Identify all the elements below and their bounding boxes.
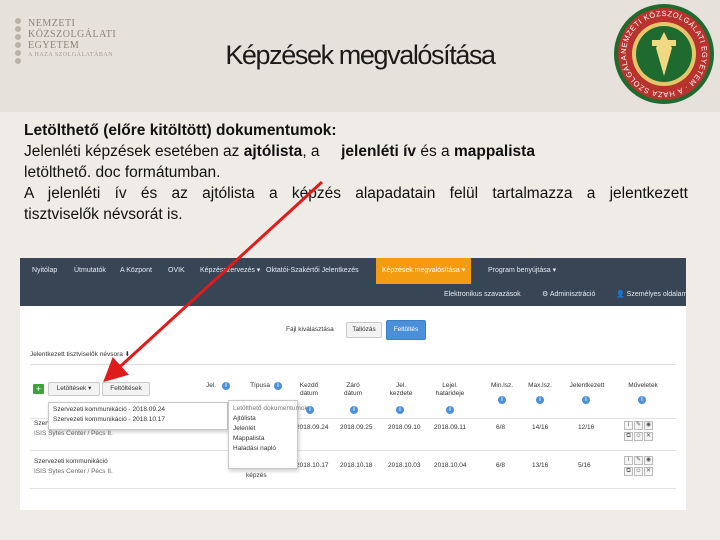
downloads-dropdown-menu: Szervezeti kommunikáció - 2018.09.24 Sze… [48,402,228,430]
slide-body: Letölthető (előre kitöltött) dokumentumo… [24,120,688,225]
col-jelentkezett: Jelentkezett [569,382,605,389]
row1-jelentkezett: 12/16 [578,424,595,431]
file-select-label: Fájl kiválasztása [286,326,334,333]
users-icon[interactable]: ☺ [634,467,643,476]
info-icon[interactable]: i [624,421,633,430]
info-icon: i [222,382,230,390]
nav-utmutatok[interactable]: Útmutatók [74,258,106,284]
info-icon: i [396,406,404,414]
edit-icon[interactable]: ✎ [634,456,643,465]
row1-max: 14/16 [532,424,549,431]
info-icon: i [350,406,358,414]
browse-button[interactable]: Tallózás [346,322,382,338]
col-muveletek: Műveletek [628,382,658,389]
submenu-mappalista[interactable]: Mappalista [229,434,297,444]
view-icon[interactable]: ◉ [644,421,653,430]
col-minlsz: Min.lsz. [490,382,514,389]
row-divider [30,488,676,489]
row2-type: képzés [246,472,267,479]
row2-lejel: 2018.10.04 [434,462,467,469]
dropdown-course-2[interactable]: Szervezeti kommunikáció - 2018.10.17 [49,415,227,425]
downloads-dropdown-button[interactable]: Letöltések ▾ [48,382,100,396]
body-heading: Letölthető (előre kitöltött) dokumentumo… [24,122,337,139]
submenu-header: Letölthető dokumentumok [233,405,308,412]
section-title: Jelentkezett tisztviselők névsora ⬇ [30,351,131,358]
row1-kezdo: 2018.09.24 [296,424,329,431]
body-line-3: letölthető. doc formátumban. [24,164,221,181]
uploads-button[interactable]: Feltöltések [102,382,150,396]
submenu-haladasi-naplo[interactable]: Haladási napló [229,444,297,454]
documents-submenu: Letölthető dokumentumok Ajtólista Jelenl… [228,400,308,469]
row2-max: 13/16 [532,462,549,469]
embedded-app-screenshot: Nyitólap Útmutatók A Központ OVIK Képzés… [20,258,686,510]
row1-zaro: 2018.09.25 [340,424,373,431]
row1-place: ISIS Sytes Center / Pécs II. [34,430,113,437]
body-line-5: tisztviselők névsorát is. [24,206,183,223]
view-icon[interactable]: ◉ [644,456,653,465]
nav-kepzesszervezes[interactable]: Képzésszervezés ▾ [200,258,260,284]
info-icon: i [446,406,454,414]
info-icon: i [536,396,544,404]
edit-icon[interactable]: ✎ [634,421,643,430]
nav-kozpont[interactable]: A Központ [120,258,152,284]
row2-kezdo: 2018.10.17 [296,462,329,469]
row2-jel: 2018.10.03 [388,462,421,469]
dropdown-course-1[interactable]: Szervezeti kommunikáció - 2018.09.24 [49,405,227,415]
body-line-2: Jelenléti képzések esetében az ajtólista… [24,143,535,160]
app-top-nav: Nyitólap Útmutatók A Központ OVIK Képzés… [20,258,686,284]
subnav-szemelyes-oldal[interactable]: 👤 Személyes oldalam [616,284,686,306]
subnav-adminisztracio[interactable]: ⚙ Adminisztráció [542,284,595,306]
submenu-ajtolista[interactable]: Ajtólista [229,414,297,424]
col-zaro: Záró dátum [343,382,363,397]
info-icon: i [638,396,646,404]
logo-line-2: KÖZSZOLGÁLATI [28,29,117,40]
delete-icon[interactable]: ✕ [644,467,653,476]
info-icon[interactable]: i [624,456,633,465]
row1-jel: 2018.09.10 [388,424,421,431]
submenu-jelenlet[interactable]: Jelenlét [229,424,297,434]
info-icon: i [582,396,590,404]
add-icon[interactable]: + [33,384,44,394]
divider [30,364,676,365]
download-icon: ⬇ [124,351,131,358]
row1-lejel: 2018.09.11 [434,424,467,431]
university-seal-icon: NEMZETI KÖZSZOLGÁLATI EGYETEM · A HAZA S… [612,2,714,104]
nav-kepzesek-megvalositasa[interactable]: Képzések megvalósítása ▾ [376,258,472,284]
row2-min: 6/8 [496,462,506,469]
row2-place: ISIS Sytes Center / Pécs II. [34,468,113,475]
col-lejel: Lejel. határideje [435,382,465,397]
copy-icon[interactable]: ⧉ [624,432,633,441]
col-tipusa: Típusa [250,382,270,389]
row2-jelentkezett: 5/16 [578,462,591,469]
app-sub-nav: Elektronikus szavazások ⚙ Adminisztráció… [20,284,686,306]
col-kezdo: Kezdő dátum [299,382,319,397]
row1-min: 6/8 [496,424,506,431]
nav-ovik[interactable]: OVIK [168,258,185,284]
nav-oktatoi-jelentkezes[interactable]: Oktatói-Szakértői Jelentkezés [266,258,359,284]
row2-zaro: 2018.10.18 [340,462,373,469]
logo-line-1: NEMZETI [28,18,76,29]
users-icon[interactable]: ☺ [634,432,643,441]
slide-header: NEMZETI KÖZSZOLGÁLATI EGYETEM A HAZA SZO… [0,0,720,112]
copy-icon[interactable]: ⧉ [624,467,633,476]
col-maxlsz: Max.lsz. [528,382,552,389]
upload-file-button[interactable]: Feltöltés [386,320,426,340]
row2-name: Szervezeti kommunikáció [34,458,108,465]
nav-program-benyujtasa[interactable]: Program benyújtása ▾ [488,258,556,284]
delete-icon[interactable]: ✕ [644,432,653,441]
col-jel-kezdete: Jel. kezdete [389,382,413,397]
info-icon: i [274,382,282,390]
info-icon: i [498,396,506,404]
row-divider [30,450,676,451]
body-line-4: A jelenléti ív és az ajtólista a képzés … [24,185,688,202]
subnav-szavazasok[interactable]: Elektronikus szavazások [444,284,521,306]
nav-nyitolap[interactable]: Nyitólap [32,258,57,284]
